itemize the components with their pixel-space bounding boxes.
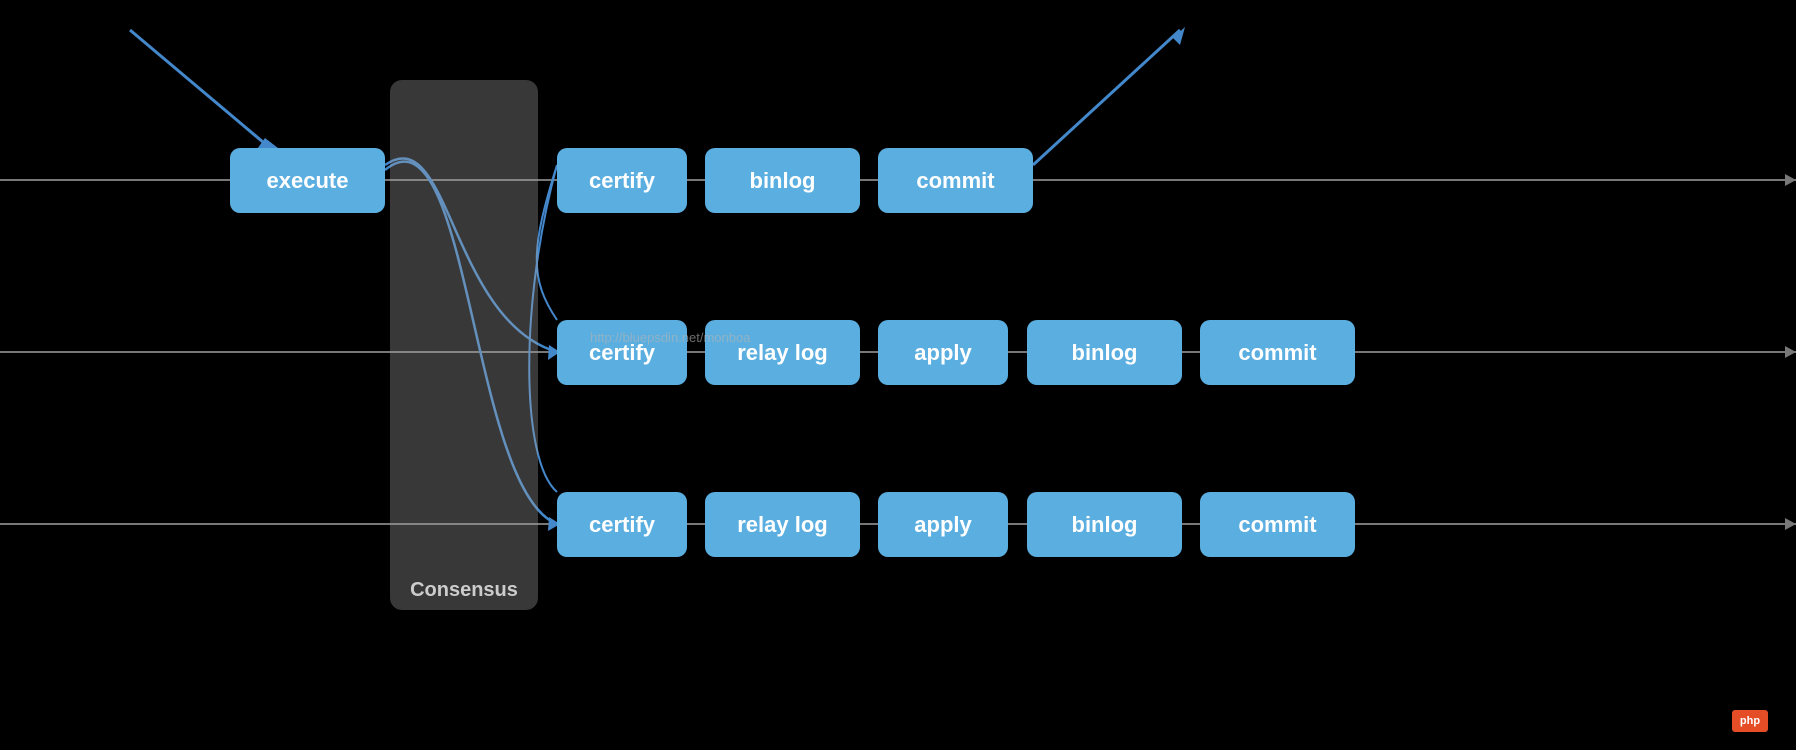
consensus-region: Consensus [390,80,538,610]
binlog3-node: binlog [1027,492,1182,557]
diagram-container: Consensus execute certify binlog commit … [0,0,1796,750]
commit1-node: commit [878,148,1033,213]
certify1-node: certify [557,148,687,213]
certify3-node: certify [557,492,687,557]
watermark: http://bluepsdin.net/monboa [590,330,750,345]
php-badge: php [1732,710,1768,732]
commit3-node: commit [1200,492,1355,557]
apply3-node: apply [878,492,1008,557]
binlog1-node: binlog [705,148,860,213]
binlog2-node: binlog [1027,320,1182,385]
relaylog3-node: relay log [705,492,860,557]
execute-node: execute [230,148,385,213]
consensus-label: Consensus [410,579,518,602]
commit2-node: commit [1200,320,1355,385]
apply2-node: apply [878,320,1008,385]
